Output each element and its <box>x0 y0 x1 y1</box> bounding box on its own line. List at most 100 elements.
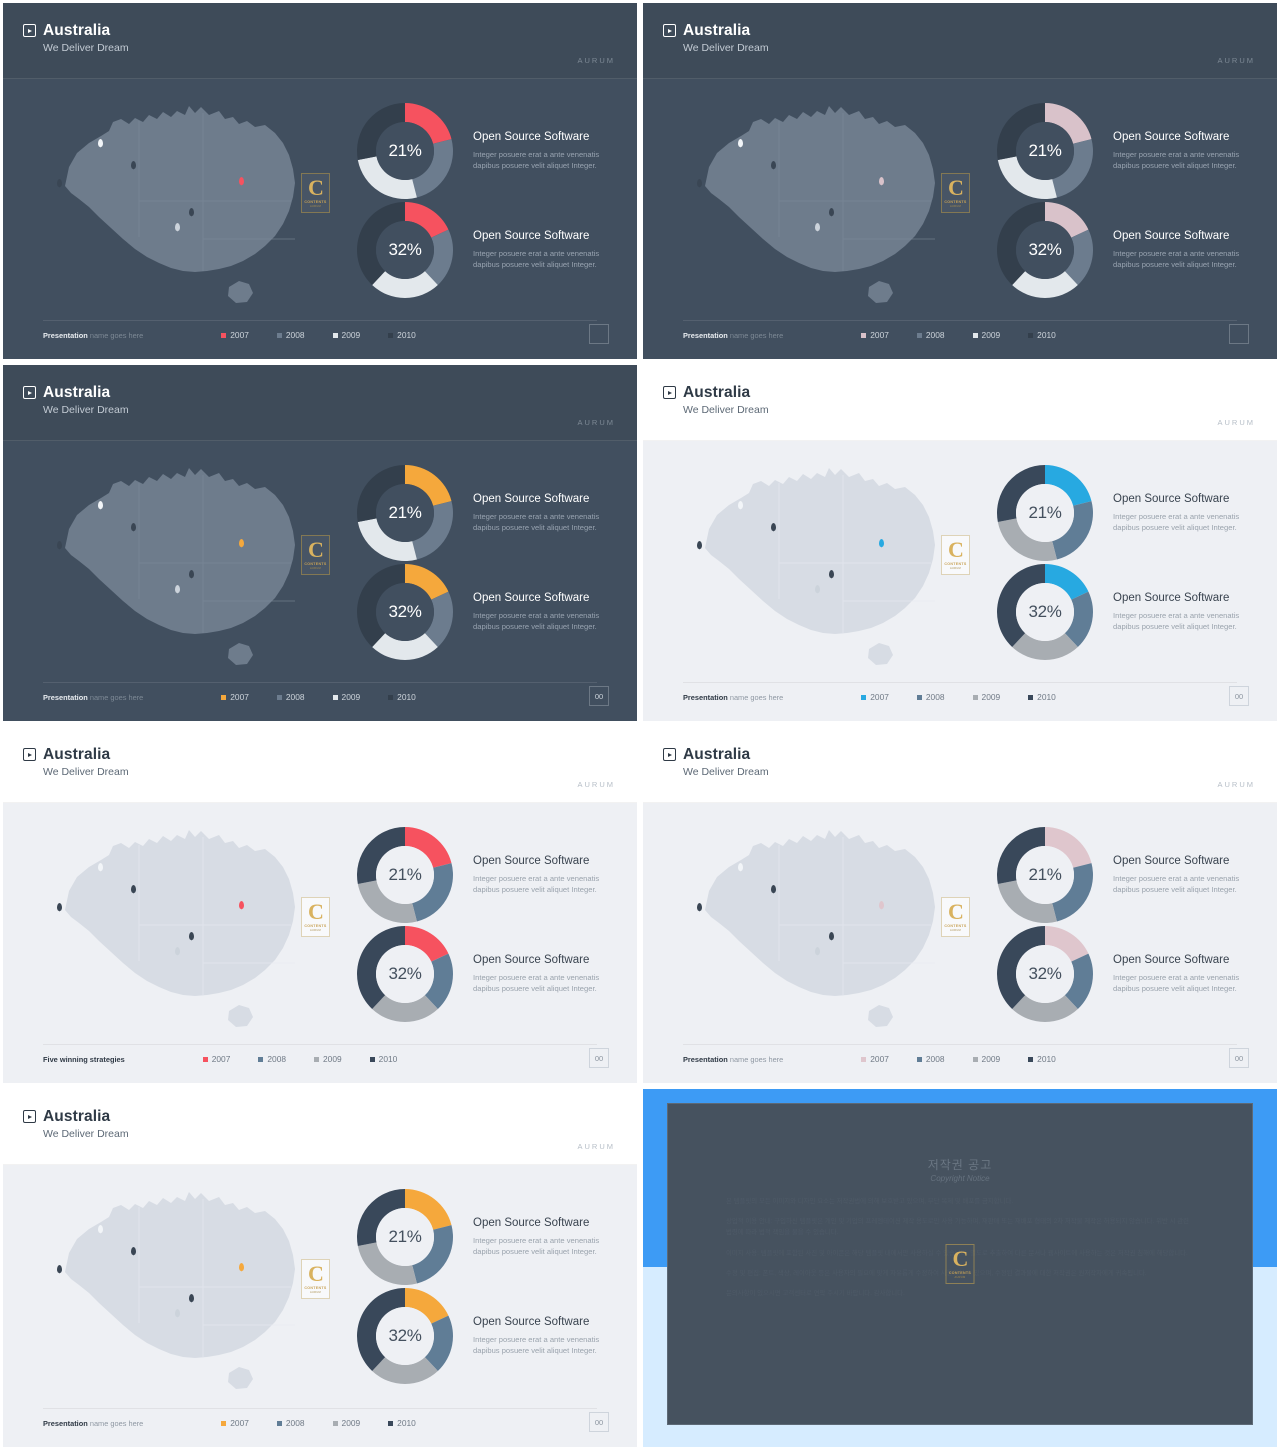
australia-map[interactable] <box>683 91 973 321</box>
logo-letter: C <box>948 537 964 563</box>
donut-chart[interactable]: 32% <box>353 198 457 302</box>
legend-item-2010[interactable]: 2010 <box>369 1054 397 1064</box>
legend-swatch <box>916 1056 922 1062</box>
donut-chart[interactable]: 21% <box>993 823 1097 927</box>
stat-desc: Integer posuere erat a ante venenatis da… <box>473 610 600 631</box>
stat-row[interactable]: 32% Open Source Software Integer posuere… <box>353 560 623 664</box>
stat-copy: Open Source Software Integer posuere era… <box>473 1316 623 1356</box>
map-pin-light <box>175 947 180 955</box>
page-number-badge[interactable] <box>1229 324 1249 344</box>
legend-item-2009[interactable]: 2009 <box>972 692 1000 702</box>
legend-item-2009[interactable]: 2009 <box>332 330 360 340</box>
legend-item-2007[interactable]: 2007 <box>221 1418 249 1428</box>
legend-item-2007[interactable]: 2007 <box>861 1054 889 1064</box>
legend-swatch <box>388 694 394 700</box>
legend-item-2008[interactable]: 2008 <box>276 692 305 702</box>
stat-row[interactable]: 21% Open Source Software Integer posuere… <box>993 99 1263 203</box>
donut-chart[interactable]: 32% <box>993 560 1097 664</box>
brand-label: AURUM <box>577 418 615 427</box>
donut-value: 32% <box>388 240 422 259</box>
slide-3[interactable]: Australia We Deliver Dream AURUM C CONTE… <box>0 362 640 724</box>
stat-row[interactable]: 21% Open Source Software Integer posuere… <box>353 823 623 927</box>
legend-item-2010[interactable]: 2010 <box>388 692 416 702</box>
donut-chart[interactable]: 21% <box>353 99 457 203</box>
stat-row[interactable]: 21% Open Source Software Integer posuere… <box>993 823 1263 927</box>
legend-item-2008[interactable]: 2008 <box>276 1418 305 1428</box>
donut-chart[interactable]: 21% <box>993 461 1097 565</box>
legend-swatch <box>258 1056 264 1062</box>
page-subtitle: We Deliver Dream <box>43 765 129 778</box>
legend-item-2009[interactable]: 2009 <box>972 1054 1000 1064</box>
legend-item-2009[interactable]: 2009 <box>972 330 1000 340</box>
stat-title: Open Source Software <box>473 592 590 605</box>
legend-item-2009[interactable]: 2009 <box>332 692 360 702</box>
slide-footer: Presentation name goes here 2007 2008 2009… <box>43 1412 609 1433</box>
stat-row[interactable]: 32% Open Source Software Integer posuere… <box>353 1284 623 1388</box>
stat-title: Open Source Software <box>473 1217 590 1230</box>
legend-item-2010[interactable]: 2010 <box>1028 1054 1056 1064</box>
legend-item-2007[interactable]: 2007 <box>861 692 889 702</box>
stat-row[interactable]: 32% Open Source Software Integer posuere… <box>993 922 1263 1026</box>
legend-item-2008[interactable]: 2008 <box>916 1054 945 1064</box>
page-number-badge[interactable]: 00 <box>1229 1048 1249 1068</box>
donut-chart[interactable]: 32% <box>993 198 1097 302</box>
slide-1[interactable]: Australia We Deliver Dream AURUM C CONTE… <box>0 0 640 362</box>
australia-map[interactable] <box>43 453 333 683</box>
page-number-badge[interactable]: 00 <box>589 686 609 706</box>
donut-chart[interactable]: 21% <box>993 99 1097 203</box>
donut-chart[interactable]: 32% <box>353 922 457 1026</box>
legend-item-2010[interactable]: 2010 <box>1028 330 1056 340</box>
footer-divider <box>43 1044 597 1045</box>
australia-map[interactable] <box>43 91 333 321</box>
legend-item-2008[interactable]: 2008 <box>258 1054 286 1064</box>
stat-row[interactable]: 21% Open Source Software Integer posuere… <box>353 1185 623 1289</box>
donut-chart[interactable]: 32% <box>353 560 457 664</box>
legend-item-2009[interactable]: 2009 <box>332 1418 360 1428</box>
australia-map[interactable] <box>43 815 333 1045</box>
stat-row[interactable]: 21% Open Source Software Integer posuere… <box>353 461 623 565</box>
donut-chart[interactable]: 32% <box>993 922 1097 1026</box>
legend-item-2007[interactable]: 2007 <box>861 330 889 340</box>
stat-row[interactable]: 32% Open Source Software Integer posuere… <box>353 198 623 302</box>
legend-item-2010[interactable]: 2010 <box>388 330 416 340</box>
slide-5[interactable]: Australia We Deliver Dream AURUM C CONTE… <box>0 724 640 1086</box>
slide-6[interactable]: Australia We Deliver Dream AURUM C CONTE… <box>640 724 1280 1086</box>
donut-value: 32% <box>1028 964 1062 983</box>
slide-7[interactable]: Australia We Deliver Dream AURUM C CONTE… <box>0 1086 640 1450</box>
page-number-badge[interactable]: 00 <box>589 1412 609 1432</box>
page-number-badge[interactable]: 00 <box>1229 686 1249 706</box>
australia-map[interactable] <box>43 1177 333 1407</box>
stat-row[interactable]: 32% Open Source Software Integer posuere… <box>993 198 1263 302</box>
legend-item-2009[interactable]: 2009 <box>314 1054 342 1064</box>
legend-item-2010[interactable]: 2010 <box>1028 692 1056 702</box>
stat-row[interactable]: 32% Open Source Software Integer posuere… <box>353 922 623 1026</box>
stat-row[interactable]: 32% Open Source Software Integer posuere… <box>993 560 1263 664</box>
australia-map[interactable] <box>683 815 973 1045</box>
page-number-badge[interactable]: 00 <box>589 1048 609 1068</box>
map-pin-dark <box>131 161 136 169</box>
title-row: Australia <box>663 385 769 401</box>
legend-item-2007[interactable]: 2007 <box>202 1054 230 1064</box>
legend-label: 2007 <box>870 1054 889 1064</box>
stat-row[interactable]: 21% Open Source Software Integer posuere… <box>993 461 1263 565</box>
copyright-slide[interactable]: 저작권 공고 Copyright Notice 본 템플릿의 모든 이미지와 디… <box>640 1086 1280 1450</box>
legend-item-2007[interactable]: 2007 <box>221 330 249 340</box>
australia-map[interactable] <box>683 453 973 683</box>
slide-4[interactable]: Australia We Deliver Dream AURUM C CONTE… <box>640 362 1280 724</box>
donut-chart[interactable]: 32% <box>353 1284 457 1388</box>
legend-item-2007[interactable]: 2007 <box>221 692 249 702</box>
donut-chart[interactable]: 21% <box>353 1185 457 1289</box>
donut-chart[interactable]: 21% <box>353 823 457 927</box>
page-number-badge[interactable] <box>589 324 609 344</box>
legend-label: 2008 <box>925 1054 945 1064</box>
legend-item-2008[interactable]: 2008 <box>916 692 945 702</box>
donut-chart[interactable]: 21% <box>353 461 457 565</box>
title-row: Australia <box>23 385 129 401</box>
legend-item-2008[interactable]: 2008 <box>276 330 305 340</box>
legend-item-2010[interactable]: 2010 <box>388 1418 416 1428</box>
title-row: Australia <box>663 23 769 39</box>
donut-value: 21% <box>1028 503 1062 522</box>
stat-row[interactable]: 21% Open Source Software Integer posuere… <box>353 99 623 203</box>
slide-2[interactable]: Australia We Deliver Dream AURUM C CONTE… <box>640 0 1280 362</box>
legend-item-2008[interactable]: 2008 <box>916 330 945 340</box>
